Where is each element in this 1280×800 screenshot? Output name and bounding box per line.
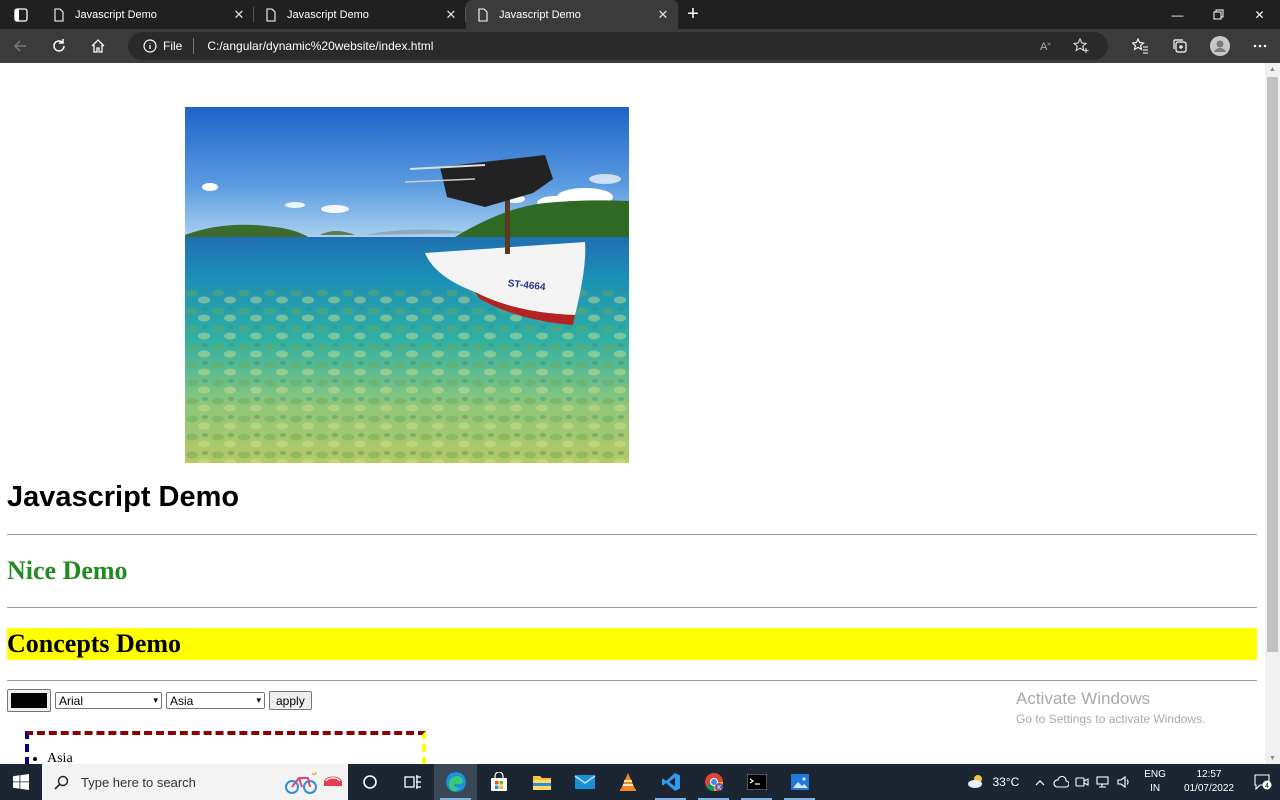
- page-icon: [478, 7, 488, 22]
- site-info-label[interactable]: File: [163, 39, 182, 53]
- edge-taskbar-icon[interactable]: [434, 764, 477, 800]
- tab-title: Javascript Demo: [499, 8, 581, 21]
- language-code: ENG: [1144, 769, 1166, 780]
- minimize-icon[interactable]: —: [1157, 0, 1198, 29]
- volume-icon[interactable]: [1113, 775, 1134, 789]
- tab-title: Javascript Demo: [75, 8, 157, 21]
- scroll-down-icon[interactable]: ▼: [1269, 755, 1276, 762]
- green-subheading: Nice Demo: [7, 556, 128, 585]
- vertical-scrollbar[interactable]: ▲ ▼: [1265, 63, 1280, 764]
- browser-tab-1[interactable]: Javascript Demo ✕: [42, 0, 254, 29]
- new-tab-button[interactable]: +: [678, 0, 708, 29]
- weather-icon[interactable]: [966, 773, 986, 792]
- search-icon: [54, 775, 69, 790]
- page-icon: [54, 7, 64, 22]
- photos-icon[interactable]: [778, 764, 821, 800]
- page-title: Javascript Demo: [7, 481, 240, 513]
- clock[interactable]: 12:57 01/07/2022: [1184, 768, 1234, 796]
- terminal-icon[interactable]: [735, 764, 778, 800]
- svg-text:»: »: [1047, 41, 1051, 48]
- system-tray: 33°C ENG IN 12:57 01/07/2022 4: [966, 764, 1280, 800]
- info-icon[interactable]: [143, 39, 157, 53]
- page-icon: [266, 7, 276, 22]
- chrome-icon[interactable]: K: [692, 764, 735, 800]
- taskbar-search[interactable]: Type here to search: [42, 764, 348, 800]
- divider: [7, 607, 1257, 608]
- close-tab-icon[interactable]: ✕: [656, 7, 670, 23]
- close-tab-icon[interactable]: ✕: [444, 7, 458, 23]
- search-highlight-bikes-icon: [285, 771, 342, 794]
- watermark-title: Activate Windows: [1016, 689, 1151, 708]
- windows-start-icon[interactable]: [0, 764, 42, 800]
- region-select-value: Asia: [170, 693, 194, 708]
- profile-avatar[interactable]: [1200, 29, 1240, 63]
- close-window-icon[interactable]: ✕: [1239, 0, 1280, 29]
- back-icon[interactable]: [0, 31, 39, 61]
- browser-tab-2[interactable]: Javascript Demo ✕: [254, 0, 466, 29]
- vlc-icon[interactable]: [606, 764, 649, 800]
- list-item: Asia: [47, 751, 422, 764]
- browser-toolbar: File C:/angular/dynamic%20website/index.…: [0, 29, 1280, 63]
- svg-text:K: K: [717, 785, 721, 791]
- vscode-icon[interactable]: [649, 764, 692, 800]
- watermark-subtitle: Go to Settings to activate Windows.: [1016, 712, 1206, 726]
- apply-button[interactable]: apply: [269, 691, 312, 710]
- restore-icon[interactable]: [1198, 0, 1239, 29]
- scroll-up-icon[interactable]: ▲: [1269, 66, 1276, 73]
- file-explorer-icon[interactable]: [520, 764, 563, 800]
- region-select[interactable]: Asia ▾: [166, 692, 265, 709]
- collections-icon[interactable]: [1160, 29, 1200, 63]
- yellow-subheading: Concepts Demo: [7, 628, 1257, 660]
- url-text[interactable]: C:/angular/dynamic%20website/index.html: [207, 39, 433, 53]
- chevron-up-icon[interactable]: [1029, 779, 1050, 786]
- temperature-label[interactable]: 33°C: [992, 775, 1019, 789]
- notification-center-icon[interactable]: 4: [1246, 774, 1280, 790]
- chevron-down-icon: ▾: [256, 695, 261, 705]
- favorites-icon[interactable]: [1120, 29, 1160, 63]
- network-icon[interactable]: [1092, 775, 1113, 789]
- language-indicator[interactable]: ENG IN: [1144, 768, 1166, 796]
- color-picker[interactable]: [7, 689, 51, 712]
- mail-icon[interactable]: [563, 764, 606, 800]
- style-controls: Arial ▾ Asia ▾ apply: [7, 689, 312, 712]
- page-viewport: ST-4664 Javascript Demo Nice Demo Concep…: [0, 63, 1265, 764]
- store-icon[interactable]: [477, 764, 520, 800]
- more-options-icon[interactable]: [1240, 29, 1280, 63]
- divider: [7, 680, 1257, 681]
- browser-tab-3[interactable]: Javascript Demo ✕: [466, 0, 678, 29]
- read-aloud-icon[interactable]: A»: [1030, 39, 1064, 53]
- cortana-icon[interactable]: [348, 764, 391, 800]
- tab-actions-icon[interactable]: [0, 0, 42, 29]
- scrollbar-thumb[interactable]: [1267, 77, 1278, 652]
- search-placeholder: Type here to search: [81, 774, 196, 790]
- browser-tab-bar: Javascript Demo ✕ Javascript Demo ✕ Java…: [0, 0, 1280, 29]
- tab-title: Javascript Demo: [287, 8, 369, 21]
- activate-windows-watermark: Activate Windows Go to Settings to activ…: [1016, 689, 1205, 726]
- notification-count: 4: [1265, 783, 1269, 790]
- clock-date: 01/07/2022: [1183, 783, 1234, 794]
- font-select-value: Arial: [59, 693, 84, 708]
- address-bar[interactable]: File C:/angular/dynamic%20website/index.…: [128, 32, 1108, 60]
- clock-time: 12:57: [1196, 769, 1222, 780]
- meet-now-icon[interactable]: [1071, 775, 1092, 789]
- chevron-down-icon: ▾: [153, 695, 158, 705]
- close-tab-icon[interactable]: ✕: [232, 7, 246, 23]
- home-icon[interactable]: [78, 31, 117, 61]
- styled-list-box: Asia: [25, 731, 426, 764]
- refresh-icon[interactable]: [39, 31, 78, 61]
- divider: [7, 534, 1257, 535]
- font-select[interactable]: Arial ▾: [55, 692, 162, 709]
- cloud-sync-icon[interactable]: [1050, 776, 1071, 788]
- keyboard-region: IN: [1150, 783, 1161, 794]
- task-view-icon[interactable]: [391, 764, 434, 800]
- hero-boat-image: ST-4664: [185, 107, 629, 463]
- windows-taskbar: Type here to search K 33°C ENG IN 12:57 …: [0, 764, 1280, 800]
- add-favorite-icon[interactable]: [1064, 38, 1098, 54]
